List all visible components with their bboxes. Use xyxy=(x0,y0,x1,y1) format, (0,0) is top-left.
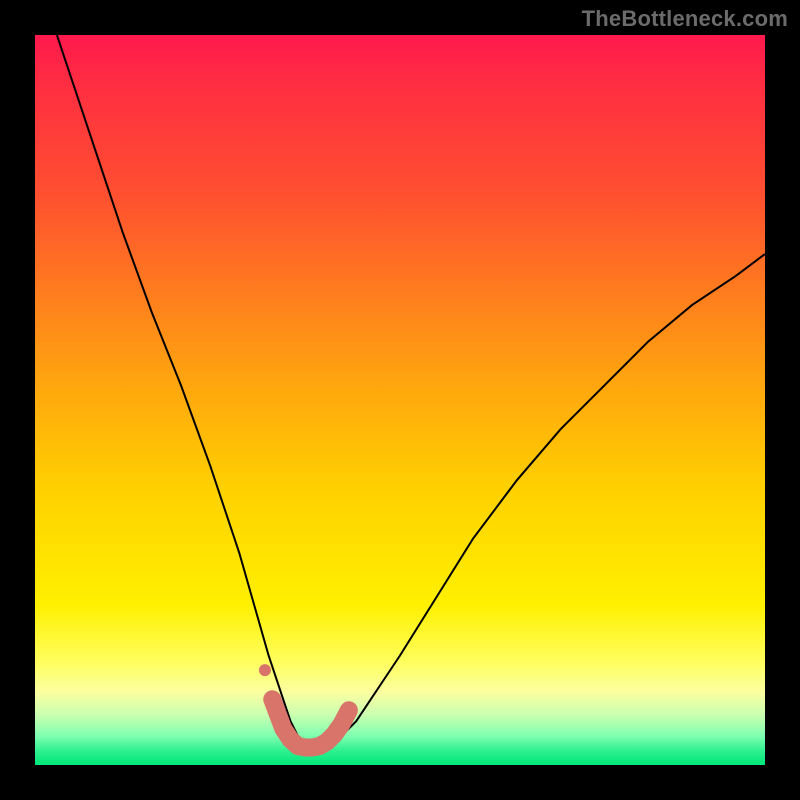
chart-area xyxy=(35,35,765,765)
curve-marker xyxy=(272,699,349,747)
curve-main xyxy=(57,35,765,747)
watermark-text: TheBottleneck.com xyxy=(582,6,788,32)
chart-frame: TheBottleneck.com xyxy=(0,0,800,800)
curve-dot xyxy=(259,664,271,676)
chart-svg xyxy=(35,35,765,765)
